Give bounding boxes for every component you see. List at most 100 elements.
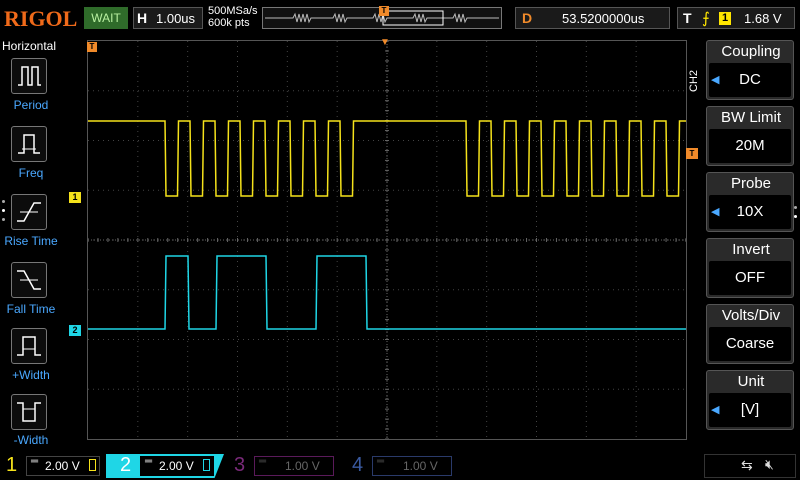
horizontal-measure-menu: Horizontal Period Freq Rise Time Fall Ti… <box>0 38 62 448</box>
menu-title: Horizontal <box>2 39 57 53</box>
delay-value: 53.5200000us <box>562 11 645 26</box>
negative-width-label: -Width <box>13 433 49 447</box>
trigger-key: T <box>683 10 692 26</box>
negative-width-button[interactable] <box>11 394 47 430</box>
positive-width-label: +Width <box>12 368 50 382</box>
brand-logo: RIGOL <box>4 6 78 31</box>
bw-limit-value: 20M <box>735 137 765 154</box>
fall-time-icon <box>17 270 41 290</box>
invert-value: OFF <box>735 269 765 286</box>
channel-settings-menu: Coupling ◀ DC BW Limit 20M Probe ◀ 10X Inv… <box>700 38 800 438</box>
volts-div-value-box: Coarse <box>709 327 791 361</box>
trigger-source-badge: 1 <box>719 12 731 25</box>
memory-overview[interactable]: T <box>262 6 502 29</box>
memory-depth: 600k pts <box>208 17 250 29</box>
unit-title: Unit <box>737 373 765 390</box>
ch1-scale-box: ═ 2.00 V <box>26 456 100 476</box>
rise-time-button[interactable] <box>11 194 47 230</box>
probe-title: Probe <box>730 175 772 192</box>
bw-limit-value-box: 20M <box>709 129 791 163</box>
timebase-readout[interactable]: H 1.00us <box>133 7 203 29</box>
left-page-indicator <box>2 200 6 230</box>
coupling-title: Coupling <box>721 43 781 60</box>
bw-limit-title: BW Limit <box>721 109 781 126</box>
trigger-position-marker[interactable]: ▼ <box>380 37 390 48</box>
period-label: Period <box>13 98 49 112</box>
bw-limit-icon <box>203 459 210 471</box>
ch4-number: 4 <box>352 454 364 476</box>
mute-icon[interactable]: 🔇︎ <box>765 456 774 473</box>
dc-coupling-icon: ═ <box>377 456 385 467</box>
probe-softkey[interactable]: Probe ◀ 10X <box>706 172 794 232</box>
volts-div-value: Coarse <box>725 335 775 352</box>
frequency-label: Freq <box>18 166 44 180</box>
ch2-number: 2 <box>120 454 132 476</box>
ch2-scale-box: ═ 2.00 V <box>140 456 214 476</box>
dc-coupling-icon: ═ <box>31 456 39 467</box>
frequency-icon <box>18 134 40 154</box>
system-status-tray: ⇆ 🔇︎ <box>704 454 796 478</box>
ch2-status[interactable]: 2 ═ 2.00 V <box>106 454 224 478</box>
trigger-level-value: 1.68 V <box>744 11 782 26</box>
unit-softkey[interactable]: Unit ◀ [V] <box>706 370 794 430</box>
waveform-display[interactable] <box>87 40 687 440</box>
unit-value-box: ◀ [V] <box>709 393 791 427</box>
probe-value-box: ◀ 10X <box>709 195 791 229</box>
ch3-scale: 1.00 V <box>285 459 320 473</box>
coupling-softkey[interactable]: Coupling ◀ DC <box>706 40 794 100</box>
invert-value-box: OFF <box>709 261 791 295</box>
positive-width-icon <box>17 336 41 356</box>
channel-menu-label: CH2 <box>688 69 700 92</box>
timebase-value: 1.00us <box>156 11 196 26</box>
bw-limit-icon <box>89 459 96 471</box>
usb-icon: ⇆ <box>741 457 753 473</box>
right-page-indicator <box>794 206 798 226</box>
invert-title: Invert <box>732 241 770 258</box>
volts-div-title: Volts/Div <box>721 307 781 324</box>
fall-time-label: Fall Time <box>6 302 56 316</box>
memory-trigger-marker: T <box>379 6 389 16</box>
ch3-status[interactable]: 3 ═ 1.00 V <box>232 454 344 478</box>
ch2-offset-marker[interactable]: 2 <box>69 325 81 336</box>
delay-key: D <box>522 10 533 26</box>
top-status-bar: RIGOL WAIT H 1.00us 500MSa/s 600k pts T … <box>0 0 800 36</box>
ch1-status[interactable]: 1 ═ 2.00 V <box>4 454 104 478</box>
bw-limit-softkey[interactable]: BW Limit 20M <box>706 106 794 166</box>
period-button[interactable] <box>11 58 47 94</box>
frequency-button[interactable] <box>11 126 47 162</box>
dc-coupling-icon: ═ <box>145 456 153 467</box>
positive-width-button[interactable] <box>11 328 47 364</box>
ch2-scale: 2.00 V <box>159 459 194 473</box>
trigger-readout[interactable]: T ⨍ 1 1.68 V <box>677 7 795 29</box>
unit-value: [V] <box>740 401 760 418</box>
invert-softkey[interactable]: Invert OFF <box>706 238 794 298</box>
ch3-scale-box: ═ 1.00 V <box>254 456 334 476</box>
ch4-status[interactable]: 4 ═ 1.00 V <box>350 454 462 478</box>
coupling-value-box: ◀ DC <box>709 63 791 97</box>
fall-time-button[interactable] <box>11 262 47 298</box>
ch1-scale: 2.00 V <box>45 459 80 473</box>
trigger-level-marker[interactable]: T <box>686 148 698 159</box>
timebase-key: H <box>137 10 148 26</box>
dc-coupling-icon: ═ <box>259 456 267 467</box>
ch1-number: 1 <box>6 454 18 476</box>
ch4-scale-box: ═ 1.00 V <box>372 456 452 476</box>
probe-value: 10X <box>736 203 764 220</box>
ch4-scale: 1.00 V <box>403 459 438 473</box>
trigger-time-flag: T <box>87 42 97 52</box>
sample-rate: 500MSa/s <box>208 5 258 17</box>
acquisition-info: 500MSa/s 600k pts <box>208 5 258 29</box>
coupling-value: DC <box>739 71 761 88</box>
rising-edge-icon: ⨍ <box>702 10 710 27</box>
negative-width-icon <box>17 402 41 422</box>
run-state-badge[interactable]: WAIT <box>84 7 128 29</box>
delay-readout[interactable]: D 53.5200000us <box>515 7 670 29</box>
rise-time-label: Rise Time <box>4 234 58 248</box>
volts-div-softkey[interactable]: Volts/Div Coarse <box>706 304 794 364</box>
period-icon <box>18 66 41 86</box>
ch1-offset-marker[interactable]: 1 <box>69 192 81 203</box>
channel-status-bar: 1 ═ 2.00 V 2 ═ 2.00 V 3 ═ 1.00 V 4 ═ 1.0… <box>0 452 800 480</box>
rise-time-icon <box>17 202 41 222</box>
graticule <box>87 40 687 440</box>
ch3-number: 3 <box>234 454 246 476</box>
